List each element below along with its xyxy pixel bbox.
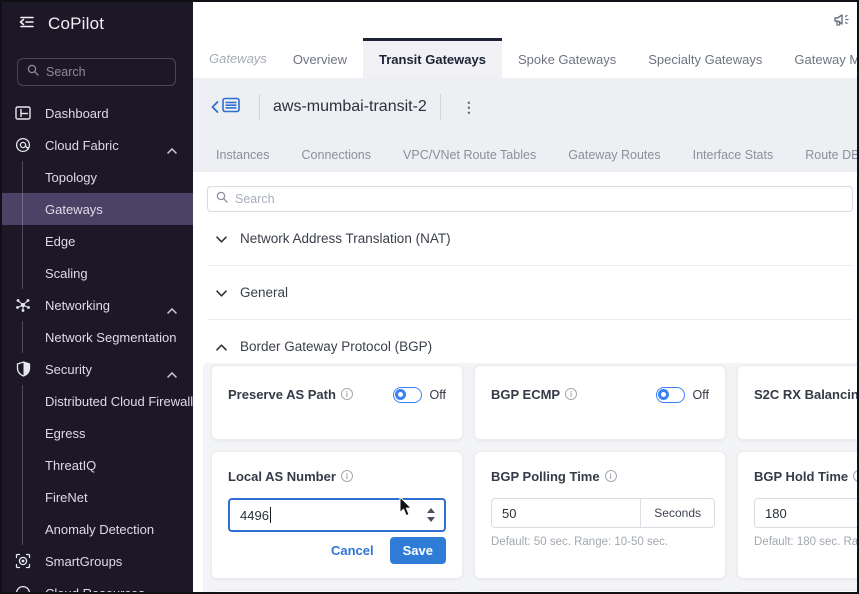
- brand-title: CoPilot: [48, 14, 104, 34]
- info-icon[interactable]: i: [605, 470, 617, 482]
- sidebar-item-distributed-cloud-firewall[interactable]: Distributed Cloud Firewall: [0, 385, 193, 417]
- sidebar-item-dashboard[interactable]: Dashboard: [0, 97, 193, 129]
- card-bgp-ecmp: BGP ECMPi Off: [474, 365, 726, 440]
- sidebar-item-egress[interactable]: Egress: [0, 417, 193, 449]
- chevron-down-icon: [216, 285, 227, 300]
- subtab-instances[interactable]: Instances: [200, 134, 286, 172]
- save-button[interactable]: Save: [390, 537, 446, 564]
- sidebar-group-cloud-fabric[interactable]: Cloud Fabric: [0, 129, 193, 161]
- card-partial: [737, 590, 859, 594]
- networking-icon: [13, 297, 33, 313]
- settings-search-input[interactable]: [235, 192, 844, 206]
- tab-overview[interactable]: Overview: [277, 38, 363, 78]
- card-s2c-rx-balancing: S2C RX Balancingi: [737, 365, 859, 440]
- cloud-resources-icon: [13, 585, 33, 594]
- brand-row: CoPilot: [0, 0, 193, 48]
- subtab-vpc-vnet-route-tables[interactable]: VPC/VNet Route Tables: [387, 134, 552, 172]
- subtab-route-db[interactable]: Route DB: [789, 134, 859, 172]
- accordion-bgp[interactable]: Border Gateway Protocol (BGP): [207, 333, 853, 359]
- search-icon: [216, 190, 228, 208]
- bgp-ecmp-toggle[interactable]: [656, 387, 685, 403]
- preserve-as-path-toggle[interactable]: [393, 387, 422, 403]
- card-partial: [474, 590, 726, 594]
- bgp-hold-time-input[interactable]: 180: [754, 498, 859, 528]
- sidebar-nav: Dashboard Cloud Fabric Topology Gateways…: [0, 97, 193, 594]
- card-partial: [211, 590, 463, 594]
- card-bgp-polling-time: BGP Polling Timei 50 Seconds Default: 50…: [474, 451, 726, 579]
- topbar: [193, 0, 859, 38]
- number-stepper[interactable]: [427, 508, 435, 522]
- toggle-state-label: Off: [430, 388, 446, 402]
- text-caret: [270, 507, 272, 523]
- subtab-gateway-routes[interactable]: Gateway Routes: [552, 134, 676, 172]
- bgp-card-area: Preserve AS Pathi Off BGP ECMPi Off: [203, 363, 859, 594]
- back-to-list-button[interactable]: [205, 97, 246, 118]
- search-icon: [27, 63, 39, 81]
- sidebar-item-gateways[interactable]: Gateways: [0, 193, 193, 225]
- accordion-general[interactable]: General: [207, 266, 853, 320]
- sidebar-search[interactable]: [17, 58, 176, 86]
- sidebar: CoPilot Dashboard Cloud Fabric Topology …: [0, 0, 193, 594]
- chevron-down-icon: [167, 590, 177, 594]
- main-tab-bar: Gateways Overview Transit Gateways Spoke…: [193, 38, 859, 78]
- gateway-subtab-bar: Instances Connections VPC/VNet Route Tab…: [193, 134, 859, 172]
- unit-label: Seconds: [640, 499, 714, 527]
- sidebar-item-firenet[interactable]: FireNet: [0, 481, 193, 513]
- info-icon[interactable]: i: [341, 388, 353, 400]
- tab-specialty-gateways[interactable]: Specialty Gateways: [632, 38, 778, 78]
- content-area: aws-mumbai-transit-2 ⋮ Instances Connect…: [193, 78, 859, 594]
- info-icon[interactable]: i: [565, 388, 577, 400]
- sidebar-item-anomaly-detection[interactable]: Anomaly Detection: [0, 513, 193, 545]
- gateway-title: aws-mumbai-transit-2: [273, 98, 427, 116]
- chevron-up-icon: [167, 302, 177, 317]
- cancel-button[interactable]: Cancel: [331, 543, 374, 558]
- chevron-down-icon: [216, 231, 227, 246]
- tab-spoke-gateways[interactable]: Spoke Gateways: [502, 38, 632, 78]
- kebab-menu-icon[interactable]: ⋮: [454, 99, 484, 116]
- divider: [259, 94, 260, 120]
- sidebar-item-network-segmentation[interactable]: Network Segmentation: [0, 321, 193, 353]
- sidebar-search-input[interactable]: [46, 65, 166, 79]
- accordion-nat[interactable]: Network Address Translation (NAT): [207, 212, 853, 266]
- smartgroups-icon: [13, 553, 33, 569]
- sidebar-group-security[interactable]: Security: [0, 353, 193, 385]
- local-as-number-input[interactable]: 4496: [228, 498, 446, 532]
- sidebar-group-cloud-resources[interactable]: Cloud Resources: [0, 577, 193, 594]
- divider: [440, 94, 441, 120]
- chevron-up-icon: [216, 339, 227, 354]
- toggle-state-label: Off: [693, 388, 709, 402]
- gateway-title-row: aws-mumbai-transit-2 ⋮: [205, 86, 847, 128]
- helper-text: Default: 50 sec. Range: 10-50 sec.: [491, 536, 709, 548]
- card-bgp-hold-time: BGP Hold Timei 180 Default: 180 sec. Ran…: [737, 451, 859, 579]
- sidebar-item-edge[interactable]: Edge: [0, 225, 193, 257]
- copilot-app: CoPilot Dashboard Cloud Fabric Topology …: [0, 0, 859, 594]
- card-preserve-as-path: Preserve AS Pathi Off: [211, 365, 463, 440]
- chevron-up-icon: [167, 142, 177, 157]
- main-area: Gateways Overview Transit Gateways Spoke…: [193, 0, 859, 594]
- page-label: Gateways: [209, 51, 267, 66]
- sidebar-item-threatiq[interactable]: ThreatIQ: [0, 449, 193, 481]
- bgp-polling-time-input[interactable]: 50 Seconds: [491, 498, 715, 528]
- sidebar-item-smartgroups[interactable]: SmartGroups: [0, 545, 193, 577]
- sidebar-group-networking[interactable]: Networking: [0, 289, 193, 321]
- security-shield-icon: [13, 361, 33, 377]
- subtab-interface-stats[interactable]: Interface Stats: [677, 134, 790, 172]
- tab-transit-gateways[interactable]: Transit Gateways: [363, 38, 502, 78]
- collapse-sidebar-icon[interactable]: [18, 15, 36, 34]
- sidebar-item-scaling[interactable]: Scaling: [0, 257, 193, 289]
- tab-gateway-management[interactable]: Gateway Management: [778, 38, 859, 78]
- info-icon[interactable]: i: [341, 470, 353, 482]
- cloud-fabric-icon: [13, 137, 33, 153]
- settings-search[interactable]: [207, 186, 853, 212]
- chevron-up-icon: [167, 366, 177, 381]
- info-icon[interactable]: i: [853, 470, 859, 482]
- dashboard-icon: [13, 106, 33, 120]
- helper-text: Default: 180 sec. Range: 12-: [754, 536, 859, 548]
- sidebar-item-topology[interactable]: Topology: [0, 161, 193, 193]
- subtab-connections[interactable]: Connections: [286, 134, 388, 172]
- announcements-icon[interactable]: [833, 11, 853, 33]
- list-icon: [222, 97, 240, 118]
- settings-panel: Network Address Translation (NAT) Genera…: [193, 172, 859, 594]
- card-local-as-number: Local AS Numberi 4496 Cancel Save: [211, 451, 463, 579]
